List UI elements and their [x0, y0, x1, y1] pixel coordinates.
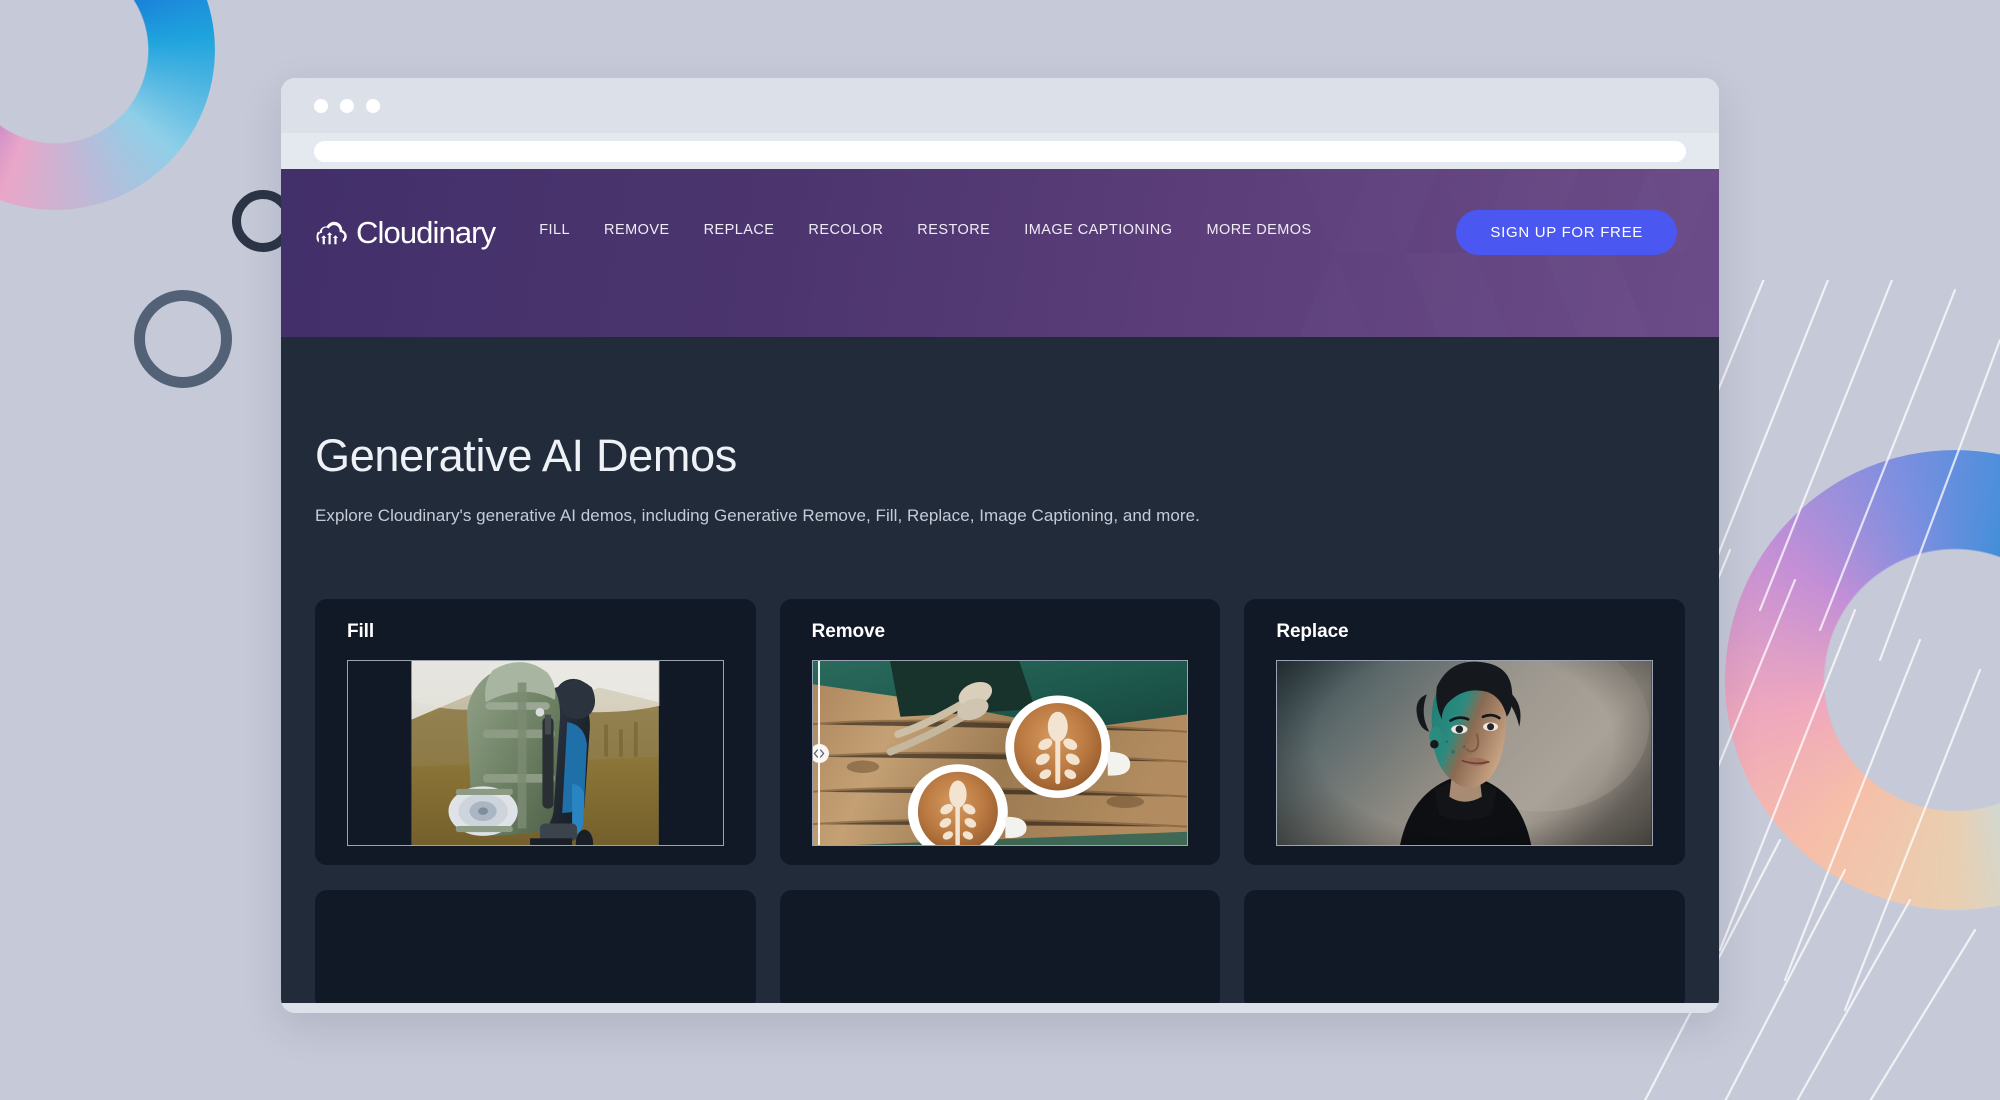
coffee-photo: [812, 661, 1188, 845]
decorative-canvas: Cloudinary FILL REMOVE REPLACE RECOLOR R…: [0, 0, 2000, 1100]
cloudinary-logo[interactable]: Cloudinary: [315, 215, 496, 250]
card-row2-2[interactable]: [779, 890, 1221, 1003]
nav-remove[interactable]: REMOVE: [604, 222, 670, 238]
page-title: Generative AI Demos: [315, 430, 737, 481]
browser-window: Cloudinary FILL REMOVE REPLACE RECOLOR R…: [281, 78, 1719, 1013]
card-fill-title: Fill: [347, 621, 375, 642]
card-row2-3[interactable]: [1244, 890, 1685, 1003]
main-navigation: FILL REMOVE REPLACE RECOLOR RESTORE IMAG…: [539, 217, 1311, 238]
nav-recolor[interactable]: RECOLOR: [808, 222, 883, 238]
nav-restore[interactable]: RESTORE: [917, 222, 990, 238]
nav-more-demos[interactable]: MORE DEMOS: [1206, 222, 1311, 238]
brand-name: Cloudinary: [356, 215, 496, 250]
browser-bottom-bar: [281, 1003, 1719, 1013]
nav-image-captioning[interactable]: IMAGE CAPTIONING: [1024, 222, 1172, 238]
gradient-donut-left: [0, 0, 215, 210]
nav-fill[interactable]: FILL: [539, 222, 570, 238]
card-row2-1[interactable]: [315, 890, 756, 1003]
card-replace[interactable]: Replace: [1244, 599, 1685, 865]
card-fill[interactable]: Fill: [315, 599, 756, 865]
page-content: Generative AI Demos Explore Cloudinary's…: [281, 337, 1719, 1003]
window-maximize-dot[interactable]: [366, 98, 380, 113]
card-remove-title: Remove: [811, 621, 885, 642]
browser-urlbar-row: [281, 133, 1719, 169]
portrait-photo: [1277, 661, 1652, 845]
card-fill-media[interactable]: [347, 660, 724, 846]
card-replace-media[interactable]: [1276, 660, 1653, 846]
outline-ring-slate: [134, 290, 232, 388]
card-remove[interactable]: Remove: [779, 599, 1221, 865]
url-input[interactable]: [314, 140, 1686, 162]
window-minimize-dot[interactable]: [340, 98, 354, 113]
compare-slider-handle[interactable]: [812, 743, 829, 763]
demo-card-grid: Fill Remove Replace: [315, 526, 1685, 865]
sign-up-for-free-button[interactable]: SIGN UP FOR FREE: [1456, 210, 1677, 255]
cloudinary-cloud-logo-icon: [315, 220, 349, 246]
card-remove-media[interactable]: [811, 660, 1189, 846]
hiker-photo: [411, 661, 659, 845]
demo-card-grid-row-two: [315, 865, 1685, 1003]
window-close-dot[interactable]: [314, 98, 328, 113]
card-replace-title: Replace: [1276, 621, 1349, 642]
nav-replace[interactable]: REPLACE: [704, 222, 775, 238]
gradient-donut-right: [1725, 450, 2000, 910]
browser-titlebar: [281, 78, 1719, 133]
page-subtitle: Explore Cloudinary's generative AI demos…: [315, 506, 1200, 525]
site-header: Cloudinary FILL REMOVE REPLACE RECOLOR R…: [281, 169, 1719, 337]
